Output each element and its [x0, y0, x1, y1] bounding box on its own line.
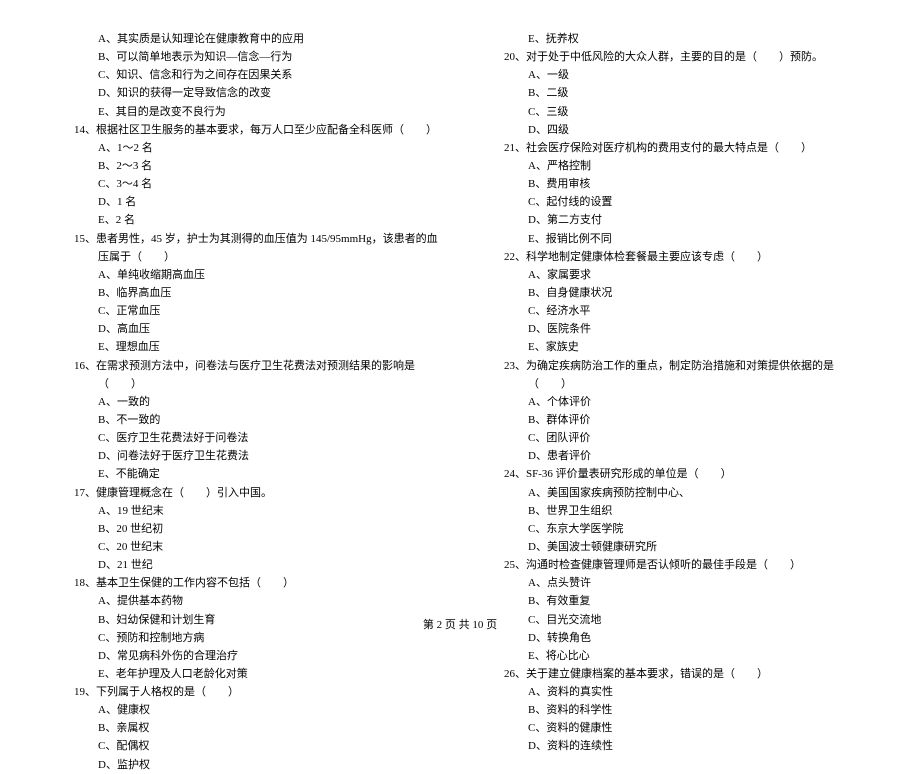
option-line: A、严格控制: [480, 157, 870, 175]
question-line: 15、患者男性，45 岁，护士为其测得的血压值为 145/95mmHg，该患者的…: [74, 230, 440, 266]
option-line: A、家属要求: [480, 266, 870, 284]
option-line: E、家族史: [480, 338, 870, 356]
option-line: C、20 世纪末: [50, 538, 440, 556]
question-line: 24、SF-36 评价量表研究形成的单位是（ ）: [504, 465, 870, 483]
option-line: B、二级: [480, 84, 870, 102]
option-line: D、知识的获得一定导致信念的改变: [50, 84, 440, 102]
option-line: C、团队评价: [480, 429, 870, 447]
option-line: E、抚养权: [480, 30, 870, 48]
question-line: 20、对于处于中低风险的大众人群，主要的目的是（ ）预防。: [504, 48, 870, 66]
option-line: A、资料的真实性: [480, 683, 870, 701]
option-line: B、可以简单地表示为知识—信念—行为: [50, 48, 440, 66]
option-line: C、3～4 名: [50, 175, 440, 193]
question-line: 23、为确定疾病防治工作的重点，制定防治措施和对策提供依据的是（ ）: [504, 357, 870, 393]
option-line: A、点头赞许: [480, 574, 870, 592]
option-line: C、经济水平: [480, 302, 870, 320]
option-line: E、老年护理及人口老龄化对策: [50, 665, 440, 683]
option-line: B、亲属权: [50, 719, 440, 737]
option-line: D、美国波士顿健康研究所: [480, 538, 870, 556]
option-line: A、一致的: [50, 393, 440, 411]
option-line: A、19 世纪末: [50, 502, 440, 520]
option-line: D、患者评价: [480, 447, 870, 465]
page-footer: 第 2 页 共 10 页: [0, 616, 920, 632]
option-line: A、1～2 名: [50, 139, 440, 157]
option-line: C、资料的健康性: [480, 719, 870, 737]
question-line: 17、健康管理概念在（ ）引入中国。: [74, 484, 440, 502]
option-line: C、正常血压: [50, 302, 440, 320]
question-line: 22、科学地制定健康体检套餐最主要应该专虑（ ）: [504, 248, 870, 266]
question-line: 14、根据社区卫生服务的基本要求，每万人口至少应配备全科医师（ ）: [74, 121, 440, 139]
left-column: A、其实质是认知理论在健康教育中的应用B、可以简单地表示为知识—信念—行为C、知…: [50, 30, 440, 774]
option-line: E、2 名: [50, 211, 440, 229]
option-line: B、世界卫生组织: [480, 502, 870, 520]
question-line: 21、社会医疗保险对医疗机构的费用支付的最大特点是（ ）: [504, 139, 870, 157]
option-line: E、理想血压: [50, 338, 440, 356]
option-line: C、知识、信念和行为之间存在因果关系: [50, 66, 440, 84]
option-line: D、四级: [480, 121, 870, 139]
option-line: E、不能确定: [50, 465, 440, 483]
option-line: B、不一致的: [50, 411, 440, 429]
option-line: A、一级: [480, 66, 870, 84]
question-line: 18、基本卫生保健的工作内容不包括（ ）: [74, 574, 440, 592]
option-line: C、起付线的设置: [480, 193, 870, 211]
option-line: C、三级: [480, 103, 870, 121]
option-line: B、20 世纪初: [50, 520, 440, 538]
option-line: D、医院条件: [480, 320, 870, 338]
option-line: B、群体评价: [480, 411, 870, 429]
exam-content: A、其实质是认知理论在健康教育中的应用B、可以简单地表示为知识—信念—行为C、知…: [0, 0, 920, 774]
right-column: E、抚养权20、对于处于中低风险的大众人群，主要的目的是（ ）预防。A、一级B、…: [480, 30, 870, 774]
question-line: 19、下列属于人格权的是（ ）: [74, 683, 440, 701]
option-line: D、21 世纪: [50, 556, 440, 574]
option-line: B、自身健康状况: [480, 284, 870, 302]
option-line: C、医疗卫生花费法好于问卷法: [50, 429, 440, 447]
option-line: B、资料的科学性: [480, 701, 870, 719]
option-line: E、报销比例不同: [480, 230, 870, 248]
option-line: C、东京大学医学院: [480, 520, 870, 538]
option-line: B、费用审核: [480, 175, 870, 193]
option-line: C、配偶权: [50, 737, 440, 755]
option-line: A、提供基本药物: [50, 592, 440, 610]
option-line: B、有效重复: [480, 592, 870, 610]
option-line: A、个体评价: [480, 393, 870, 411]
option-line: A、健康权: [50, 701, 440, 719]
option-line: A、单纯收缩期高血压: [50, 266, 440, 284]
option-line: E、其目的是改变不良行为: [50, 103, 440, 121]
option-line: D、第二方支付: [480, 211, 870, 229]
option-line: B、临界高血压: [50, 284, 440, 302]
option-line: D、资料的连续性: [480, 737, 870, 755]
option-line: A、美国国家疾病预防控制中心、: [480, 484, 870, 502]
option-line: A、其实质是认知理论在健康教育中的应用: [50, 30, 440, 48]
option-line: D、问卷法好于医疗卫生花费法: [50, 447, 440, 465]
question-line: 16、在需求预测方法中，问卷法与医疗卫生花费法对预测结果的影响是（ ）: [74, 357, 440, 393]
option-line: D、高血压: [50, 320, 440, 338]
question-line: 26、关于建立健康档案的基本要求，错误的是（ ）: [504, 665, 870, 683]
question-line: 25、沟通时检查健康管理师是否认倾听的最佳手段是（ ）: [504, 556, 870, 574]
option-line: D、1 名: [50, 193, 440, 211]
option-line: D、监护权: [50, 756, 440, 774]
option-line: B、2～3 名: [50, 157, 440, 175]
